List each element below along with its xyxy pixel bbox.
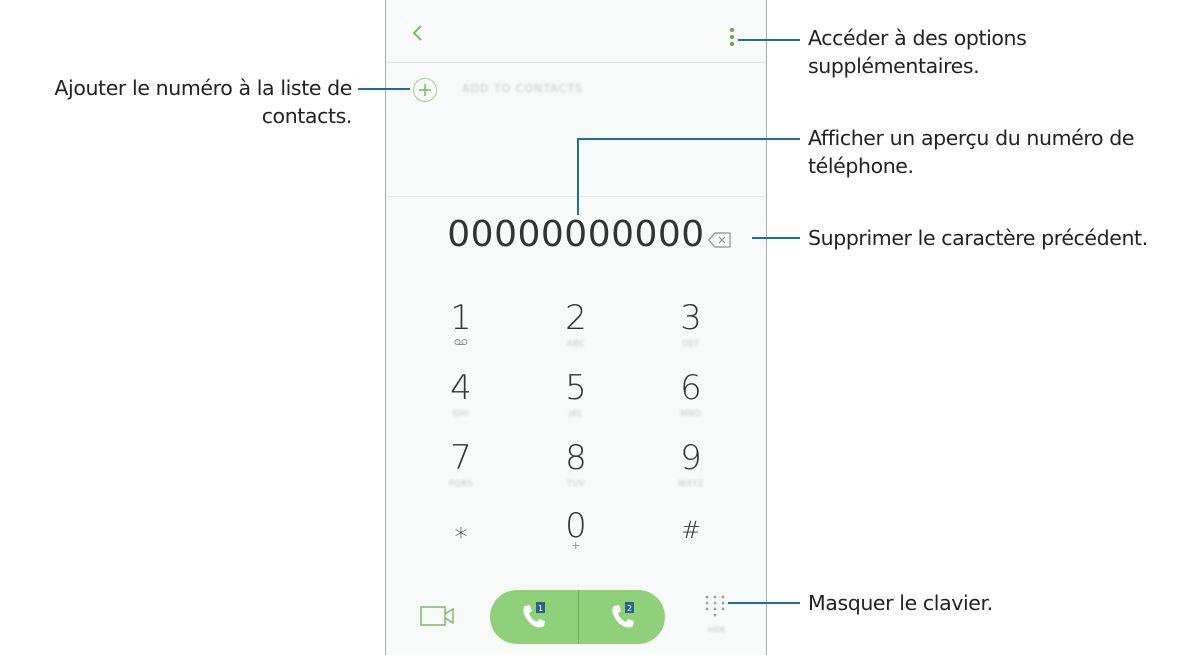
annotation-preview-line2: téléphone.: [808, 154, 914, 178]
annotation-add-contact-line2: contacts.: [261, 104, 353, 128]
annotation-options-line2: supplémentaires.: [808, 54, 980, 78]
annotation-preview-line1: Afficher un aperçu du numéro de: [808, 126, 1135, 150]
callout-line-preview: [577, 138, 800, 215]
annotation-hide-keypad: Masquer le clavier.: [808, 591, 993, 615]
annotation-preview: Afficher un aperçu du numéro de téléphon…: [808, 124, 1134, 180]
annotation-add-contact-line1: Ajouter le numéro à la liste de: [54, 76, 352, 100]
annotation-add-contact: Ajouter le numéro à la liste de contacts…: [0, 74, 352, 130]
annotation-options: Accéder à des options supplémentaires.: [808, 24, 1027, 80]
annotation-options-line1: Accéder à des options: [808, 26, 1027, 50]
annotation-delete: Supprimer le caractère précédent.: [808, 226, 1148, 250]
